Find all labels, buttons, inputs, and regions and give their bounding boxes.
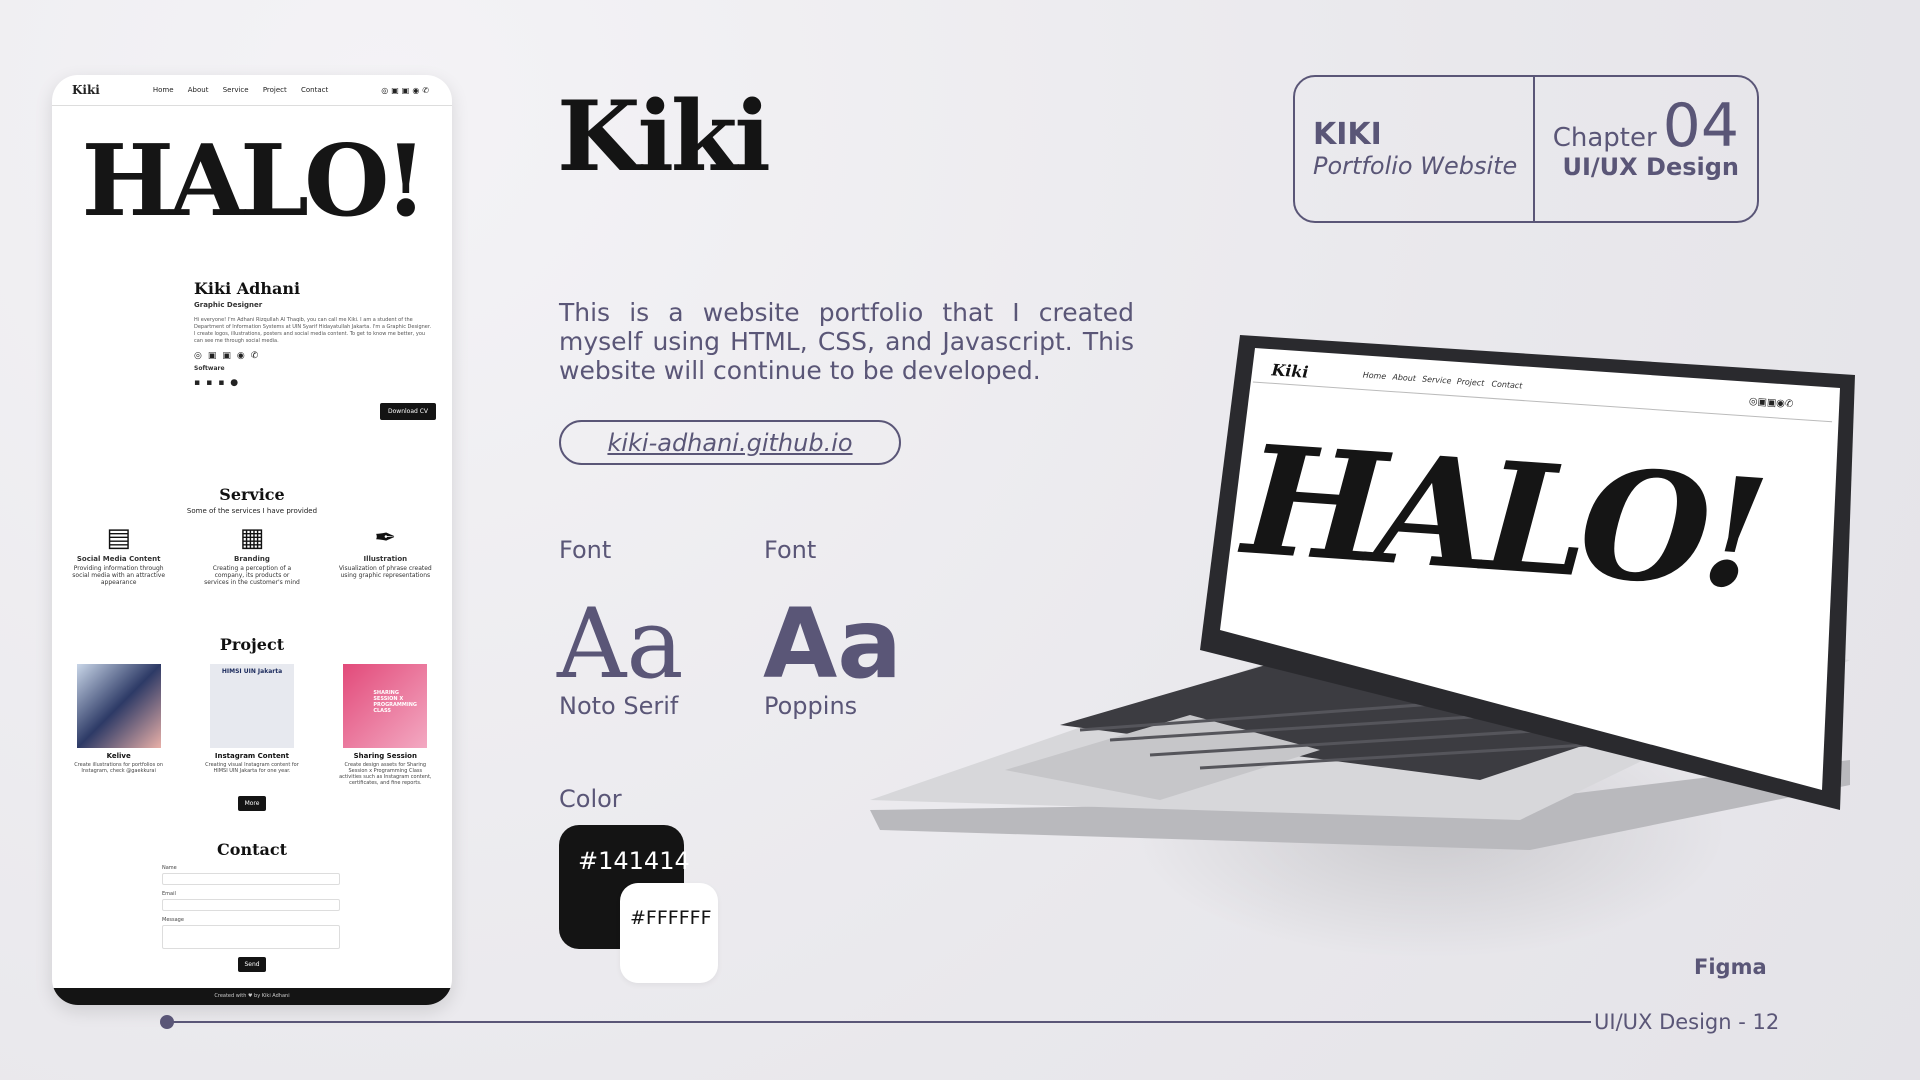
message-input[interactable]: [162, 925, 340, 949]
page-label: UI/UX Design - 12: [1594, 1010, 1780, 1034]
avatar: [72, 279, 154, 395]
mockup-footer: Created with ♥ by Kiki Adhani: [52, 988, 452, 1005]
email-field: Email: [162, 891, 340, 911]
chapter-card: KIKI Portfolio Website Chapter 04 UI/UX D…: [1293, 75, 1759, 223]
project-item[interactable]: HIMSI UIN Jakarta Instagram Content Crea…: [204, 664, 300, 786]
project-image: HIMSI UIN Jakarta: [209, 664, 294, 748]
chapter-category: UI/UX Design: [1562, 153, 1739, 181]
profile-social-icons[interactable]: ◎▣▣◉✆: [194, 351, 434, 361]
mockup-nav-links: Home About Service Project Contact: [147, 86, 334, 94]
timeline-dot: [160, 1015, 174, 1029]
service-text: Creating a perception of a company, its …: [204, 565, 300, 586]
software-label: Software: [194, 365, 225, 372]
project-name: Instagram Content: [214, 752, 290, 760]
profile-info: Kiki Adhani Graphic Designer Hi everyone…: [194, 279, 434, 395]
font-sample-serif: Aa: [557, 588, 684, 700]
color-label: Color: [559, 785, 622, 813]
laptop-logo: Kiki: [1270, 360, 1309, 382]
service-text: Visualization of phrase created using gr…: [338, 565, 432, 579]
project-item[interactable]: SHARING SESSION X PROGRAMMING CLASS Shar…: [337, 664, 433, 786]
service-title-item: Branding: [234, 555, 270, 563]
name-input[interactable]: [162, 873, 340, 885]
email-input[interactable]: [162, 899, 340, 911]
pen-tool-icon: ✒: [374, 523, 397, 553]
service-section: Service Some of the services I have prov…: [52, 485, 452, 586]
project-item[interactable]: Kelive Create illustrations for portfoli…: [71, 664, 167, 786]
website-link[interactable]: kiki-adhani.github.io: [559, 420, 901, 465]
service-title-item: Illustration: [363, 555, 408, 563]
project-text: Creating visual Instagram content for HI…: [205, 762, 299, 774]
profile-role: Graphic Designer: [194, 301, 263, 309]
profile-bio: Hi everyone! I'm Adhani Rizqullah Al Tha…: [194, 317, 432, 344]
download-cv-button[interactable]: Download CV: [380, 403, 437, 420]
nav-link-project[interactable]: Project: [263, 86, 287, 94]
project-text: Create design assets for Sharing Session…: [339, 762, 432, 786]
nav-link-service[interactable]: Service: [223, 86, 249, 94]
mockup-hero-text: HALO!: [81, 124, 428, 239]
name-field: Name: [162, 865, 340, 885]
project-image-banner: HIMSI UIN Jakarta: [221, 668, 283, 675]
timeline-line: [166, 1021, 1591, 1023]
message-field: Message: [162, 917, 340, 949]
project-name-label: KIKI: [1313, 117, 1382, 152]
chapter-number: 04: [1662, 91, 1739, 161]
project-name: Sharing Session: [353, 752, 417, 760]
social-media-icon: ▤: [106, 523, 131, 553]
service-item: ▦ Branding Creating a perception of a co…: [202, 523, 302, 586]
message-label: Message: [162, 917, 184, 923]
project-name: Kelive: [106, 752, 131, 760]
font-name-serif: Noto Serif: [559, 692, 679, 720]
software-icons: ▪▪▪●: [194, 378, 245, 388]
project-image-poster: SHARING SESSION X PROGRAMMING CLASS: [373, 690, 418, 714]
nav-link-about[interactable]: About: [188, 86, 209, 94]
service-item: ✒ Illustration Visualization of phrase c…: [335, 523, 435, 586]
chapter-card-left: KIKI Portfolio Website: [1295, 77, 1535, 221]
service-text: Providing information through social med…: [72, 565, 166, 586]
name-label: Name: [162, 865, 177, 871]
contact-title: Contact: [217, 840, 287, 859]
mockup-navbar: Kiki Home About Service Project Contact …: [52, 75, 452, 106]
font-name-sans: Poppins: [764, 692, 858, 720]
page-title: Kiki: [557, 80, 771, 193]
project-image: [76, 664, 161, 748]
tool-label: Figma: [1694, 955, 1767, 979]
profile-name: Kiki Adhani: [194, 279, 301, 298]
service-list: ▤ Social Media Content Providing informa…: [52, 523, 452, 586]
chapter-label: Chapter: [1552, 123, 1657, 153]
more-button[interactable]: More: [238, 796, 266, 811]
color-swatch-dark-code: #141414: [578, 847, 690, 875]
laptop-nav-project: Project: [1457, 377, 1486, 388]
service-title-item: Social Media Content: [76, 555, 161, 563]
mockup-logo[interactable]: Kiki: [72, 83, 100, 97]
project-section: Project Kelive Create illustrations for …: [52, 635, 452, 811]
website-mockup-mobile: Kiki Home About Service Project Contact …: [52, 75, 452, 1005]
project-title: Project: [219, 635, 285, 654]
project-list: Kelive Create illustrations for portfoli…: [52, 664, 452, 786]
font-label-serif: Font: [559, 536, 612, 564]
service-item: ▤ Social Media Content Providing informa…: [69, 523, 169, 586]
service-subtitle: Some of the services I have provided: [186, 507, 318, 515]
color-swatch-light: #FFFFFF: [620, 883, 718, 983]
email-label: Email: [162, 891, 176, 897]
project-image: SHARING SESSION X PROGRAMMING CLASS: [343, 664, 428, 748]
contact-section: Contact Name Email Message Send: [52, 840, 452, 972]
laptop-mockup: Kiki Home About Service Project Contact …: [870, 335, 1855, 850]
send-button[interactable]: Send: [238, 957, 266, 972]
profile-section: Kiki Adhani Graphic Designer Hi everyone…: [72, 279, 432, 395]
laptop-hero-text: HALO!: [1235, 412, 1766, 623]
font-label-sans: Font: [764, 536, 817, 564]
chapter-card-right: Chapter 04 UI/UX Design: [1535, 77, 1757, 221]
nav-link-home[interactable]: Home: [153, 86, 174, 94]
nav-link-contact[interactable]: Contact: [301, 86, 328, 94]
project-subtitle: Portfolio Website: [1313, 152, 1518, 180]
mockup-social-icons[interactable]: ◎▣▣◉✆: [381, 86, 432, 95]
laptop-nav-about: About: [1391, 372, 1417, 383]
branding-icon: ▦: [239, 523, 265, 553]
service-title: Service: [219, 485, 285, 504]
color-swatch-light-code: #FFFFFF: [630, 907, 712, 929]
laptop-nav-home: Home: [1362, 370, 1386, 381]
project-text: Create illustrations for portfolios on I…: [74, 762, 164, 774]
